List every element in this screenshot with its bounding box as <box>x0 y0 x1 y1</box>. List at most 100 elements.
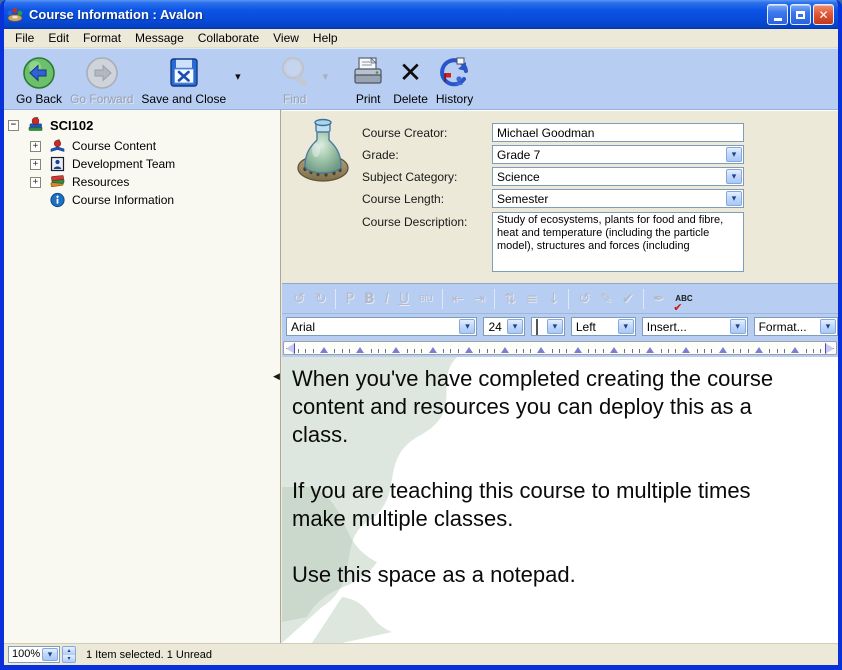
zoom-spinner[interactable]: ▴ ▾ <box>62 646 76 663</box>
splitter-collapse-icon[interactable]: ◀ <box>273 372 280 382</box>
chevron-down-icon[interactable]: ▾ <box>726 191 742 206</box>
subject-category-select[interactable]: Science ▾ <box>492 167 744 186</box>
align-select[interactable]: Left ▾ <box>571 317 636 336</box>
course-content-icon <box>49 138 66 154</box>
tree-item-course-information[interactable]: Course Information <box>4 191 280 209</box>
pen-icon[interactable]: ✎ <box>595 292 617 306</box>
go-back-button[interactable]: Go Back <box>12 52 66 108</box>
clear-formatting-icon[interactable]: BIU <box>414 295 438 303</box>
spellcheck-icon[interactable]: ABC ✔ <box>669 295 698 303</box>
indent-icon[interactable]: ⇥ <box>468 292 490 306</box>
tree-item-course-content[interactable]: + Course Content <box>4 137 280 155</box>
expand-icon[interactable]: + <box>30 177 41 188</box>
format-select[interactable]: Format... ▾ <box>754 317 838 336</box>
sort-list-icon[interactable]: ⇅ <box>499 292 521 306</box>
find-button[interactable]: Find <box>272 52 318 108</box>
find-label: Find <box>283 92 306 106</box>
signature-icon[interactable]: ✒ <box>648 292 670 306</box>
grade-label: Grade: <box>362 148 399 162</box>
collapse-expander-icon[interactable]: − <box>8 120 19 131</box>
save-and-close-button[interactable]: Save and Close <box>137 52 230 108</box>
chevron-down-icon[interactable]: ▾ <box>820 319 836 334</box>
save-and-close-icon <box>166 54 202 92</box>
maximize-button[interactable] <box>790 4 811 25</box>
redo-icon[interactable]: ↻ <box>310 292 332 306</box>
menu-format[interactable]: Format <box>76 30 128 46</box>
save-dropdown-caret-icon[interactable]: ▾ <box>230 70 246 83</box>
right-indent-marker[interactable] <box>825 343 834 354</box>
menu-view[interactable]: View <box>266 30 306 46</box>
insert-select[interactable]: Insert... ▾ <box>642 317 748 336</box>
course-creator-input[interactable]: Michael Goodman <box>492 123 744 142</box>
underline-icon[interactable]: U <box>394 292 414 306</box>
expand-icon[interactable]: + <box>30 141 41 152</box>
history-icon <box>437 54 473 92</box>
font-size-select[interactable]: 24 ▾ <box>483 317 525 336</box>
italic-icon[interactable]: I <box>380 292 394 306</box>
delete-button[interactable]: ✕ Delete <box>389 52 432 108</box>
course-length-select[interactable]: Semester ▾ <box>492 189 744 208</box>
go-forward-button[interactable]: Go Forward <box>66 52 137 108</box>
font-color-select[interactable]: ▾ <box>531 317 565 336</box>
chevron-down-icon[interactable]: ▾ <box>547 319 563 334</box>
menu-message[interactable]: Message <box>128 30 191 46</box>
chevron-down-icon[interactable]: ▾ <box>507 319 523 334</box>
find-dropdown-caret-icon[interactable]: ▾ <box>318 70 334 83</box>
chevron-down-icon[interactable]: ▾ <box>618 319 634 334</box>
history-label: History <box>436 92 473 106</box>
course-icon <box>27 117 44 133</box>
tree-item-label: SCI102 <box>50 118 93 133</box>
tree-item-development-team[interactable]: + Development Team <box>4 155 280 173</box>
tree-item-sci102[interactable]: − SCI102 <box>4 116 280 134</box>
go-forward-icon <box>85 54 119 92</box>
undo-icon[interactable]: ↺ <box>288 292 310 306</box>
notepad-editor[interactable]: When you've have completed creating the … <box>282 357 838 643</box>
chevron-down-icon[interactable]: ▾ <box>42 648 58 661</box>
history-button[interactable]: History <box>432 52 477 108</box>
chevron-down-icon[interactable]: ▾ <box>730 319 746 334</box>
zoom-select[interactable]: 100% ▾ <box>8 646 60 663</box>
chevron-down-icon[interactable]: ▾ <box>726 147 742 162</box>
chevron-down-icon[interactable]: ▾ <box>459 319 475 334</box>
insert-rule-icon[interactable]: ≡ <box>521 292 543 306</box>
tree-item-resources[interactable]: + Resources <box>4 173 280 191</box>
spinner-down-icon[interactable]: ▾ <box>63 655 75 663</box>
bold-icon[interactable]: B <box>359 292 380 306</box>
menu-help[interactable]: Help <box>306 30 345 46</box>
brush-icon[interactable]: ✔ <box>617 292 639 306</box>
font-family-select[interactable]: Arial ▾ <box>286 317 477 336</box>
notepad-paragraph: Use this space as a notepad. <box>292 561 774 589</box>
notepad-text[interactable]: When you've have completed creating the … <box>282 357 774 589</box>
menu-edit[interactable]: Edit <box>41 30 76 46</box>
grade-select[interactable]: Grade 7 ▾ <box>492 145 744 164</box>
menu-collaborate[interactable]: Collaborate <box>191 30 266 46</box>
course-info-form: Course Creator: Michael Goodman Grade: G… <box>282 110 838 283</box>
print-label: Print <box>356 92 381 106</box>
spinner-up-icon[interactable]: ▴ <box>63 647 75 655</box>
course-description-textarea[interactable]: Study of ecosystems, plants for food and… <box>492 212 744 272</box>
print-icon <box>351 54 385 92</box>
outdent-icon[interactable]: ⇤ <box>447 292 469 306</box>
tree-item-label: Development Team <box>72 157 175 171</box>
left-indent-marker[interactable] <box>286 343 295 354</box>
editor-format-toolbar: ↺ ↻ P B I U BIU ⇤ ⇥ ⇅ ≡ ↓ ↺ ✎ ✔ ✒ <box>282 283 838 314</box>
expand-icon[interactable]: + <box>30 159 41 170</box>
find-icon <box>276 54 314 92</box>
close-icon: ✕ <box>818 9 828 21</box>
application-window: Course Information : Avalon ✕ File Edit … <box>0 0 842 670</box>
course-detail-pane: Course Creator: Michael Goodman Grade: G… <box>282 110 838 643</box>
close-button[interactable]: ✕ <box>813 4 834 25</box>
paragraph-icon[interactable]: P <box>340 292 358 306</box>
rotate-icon[interactable]: ↺ <box>573 292 595 306</box>
go-forward-label: Go Forward <box>70 92 133 106</box>
print-button[interactable]: Print <box>347 52 389 108</box>
move-down-icon[interactable]: ↓ <box>543 292 565 306</box>
notepad-paragraph: When you've have completed creating the … <box>292 365 774 449</box>
menu-file[interactable]: File <box>8 30 41 46</box>
chevron-down-icon[interactable]: ▾ <box>726 169 742 184</box>
minimize-button[interactable] <box>767 4 788 25</box>
tree-item-label: Resources <box>72 175 129 189</box>
delete-label: Delete <box>393 92 428 106</box>
course-length-label: Course Length: <box>362 192 444 206</box>
course-creator-label: Course Creator: <box>362 126 447 140</box>
